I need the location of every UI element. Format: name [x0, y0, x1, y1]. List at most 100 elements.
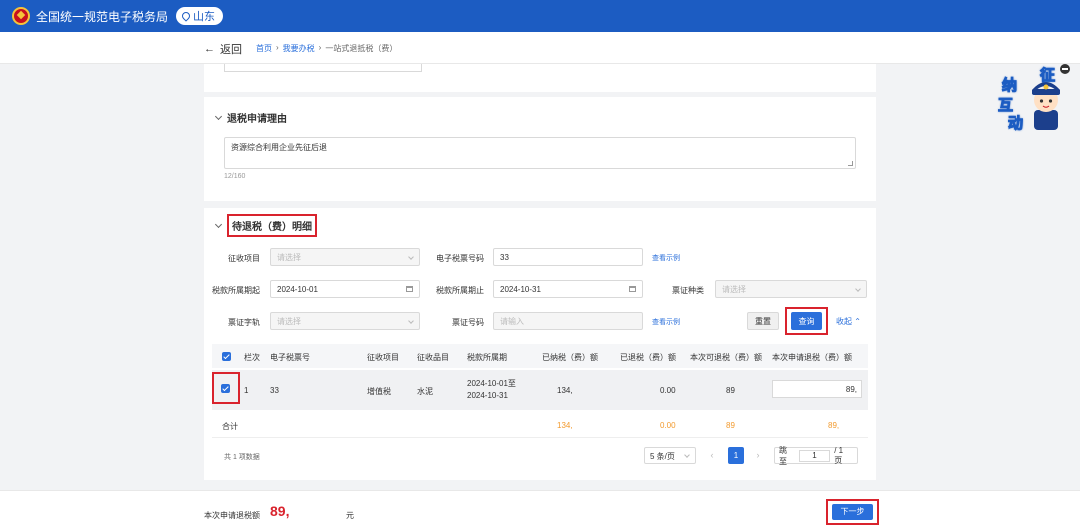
ticket-word-label: 票证字轨 [228, 318, 260, 327]
page-jump: 跳至 1 / 1 页 [774, 445, 858, 466]
ticket-no-placeholder: 请输入 [500, 316, 524, 326]
period-end-label: 税款所属期止 [436, 286, 484, 295]
calendar-icon [406, 286, 413, 292]
ticket-type-placeholder: 请选择 [722, 284, 746, 294]
ticket-type-label: 票证种类 [672, 286, 704, 295]
refund-detail-title: 待退税（费）明细 [227, 214, 317, 237]
back-button[interactable]: ← 返回 [204, 41, 242, 57]
period-start-date[interactable]: 2024-10-01 [270, 280, 420, 298]
row-checkbox[interactable] [221, 384, 230, 393]
interaction-mascot-widget[interactable]: 征 纳 互 动 [994, 64, 1070, 134]
calendar-icon [629, 286, 636, 292]
apply-amount-input[interactable]: 89, [772, 380, 862, 398]
refund-reason-textarea[interactable]: 资源综合利用企业先征后退 [224, 137, 856, 169]
footer-label: 本次申请退税额 [204, 511, 260, 520]
chevron-down-icon [408, 318, 414, 324]
footer-bar: 本次申请退税额 89, 元 下一步 [0, 490, 1080, 525]
jump-label: 跳至 [779, 445, 787, 466]
previous-section-input [224, 64, 422, 72]
ticket-no-input[interactable]: 请输入 [493, 312, 643, 330]
char-counter: 12/160 [224, 173, 246, 180]
summary-apply: 89, [828, 421, 840, 430]
levy-item-label: 征收项目 [228, 254, 260, 263]
chevron-down-icon [214, 112, 223, 120]
table-summary-row: 合计 134, 0.00 89 89, [212, 412, 868, 438]
refund-reason-title: 退税申请理由 [227, 114, 287, 125]
summary-refundable: 89 [726, 421, 735, 430]
col-index: 栏次 [244, 353, 260, 362]
levy-item-select[interactable]: 请选择 [270, 248, 420, 266]
table-row[interactable]: 1 33 增值税 水泥 2024-10-01至 2024-10-31 134, … [212, 370, 868, 410]
breadcrumb-my-tax[interactable]: 我要办税 [283, 43, 315, 54]
row-refunded: 0.00 [660, 386, 676, 395]
row-ticket-no: 33 [270, 386, 279, 395]
site-title: 全国统一规范电子税务局 [36, 9, 169, 24]
ticket-word-placeholder: 请选择 [277, 316, 301, 326]
collapse-label: 收起 [836, 317, 852, 326]
summary-label: 合计 [222, 422, 238, 431]
minimize-icon[interactable] [1060, 64, 1070, 74]
chevron-up-icon: ⌃ [854, 317, 861, 326]
breadcrumb-separator: › [276, 43, 279, 52]
jump-input[interactable]: 1 [798, 449, 831, 462]
total-pages: / 1 页 [834, 445, 844, 465]
row-paid: 134, [557, 386, 573, 395]
view-example-link[interactable]: 查看示例 [652, 253, 680, 263]
query-button-highlight: 查询 [785, 307, 828, 335]
mascot-char-1: 征 [1039, 67, 1056, 85]
prev-page-icon[interactable]: ‹ [706, 447, 718, 464]
next-step-button[interactable]: 下一步 [832, 504, 873, 520]
query-button[interactable]: 查询 [791, 312, 822, 330]
region-selector[interactable]: 山东 [176, 7, 224, 25]
breadcrumb-current: 一站式退抵税（费） [325, 44, 398, 53]
page-size-select[interactable]: 5 条/页 [644, 447, 696, 464]
col-paid: 已纳税（费）额 [542, 353, 598, 362]
refund-detail-card: 待退税（费）明细 征收项目 请选择 电子税票号码 33 查看示例 税款所属期起 … [204, 208, 876, 480]
ticket-word-select[interactable]: 请选择 [270, 312, 420, 330]
view-example-link[interactable]: 查看示例 [652, 317, 680, 327]
summary-paid: 134, [557, 421, 573, 430]
breadcrumb-home[interactable]: 首页 [256, 43, 272, 54]
previous-section-card [204, 64, 876, 92]
refund-detail-header[interactable]: 待退税（费）明细 [214, 214, 317, 237]
page-number-current[interactable]: 1 [728, 447, 744, 464]
top-bar: 全国统一规范电子税务局 山东 [0, 0, 1080, 32]
row-checkbox-highlight [212, 372, 240, 404]
resize-handle-icon[interactable] [848, 161, 853, 166]
row-levy-subitem: 水泥 [417, 387, 433, 396]
apply-amount-value: 89, [845, 385, 857, 394]
col-levy-subitem: 征收品目 [417, 353, 449, 362]
tax-ticket-no-input[interactable]: 33 [493, 248, 643, 266]
period-start-label: 税款所属期起 [212, 286, 260, 295]
footer-unit: 元 [346, 511, 354, 520]
ticket-type-select[interactable]: 请选择 [715, 280, 867, 298]
tax-emblem-icon [12, 7, 30, 25]
mascot-char-4: 动 [1007, 115, 1024, 133]
tax-ticket-no-value: 33 [500, 252, 509, 262]
arrow-left-icon: ← [204, 43, 215, 55]
next-page-icon[interactable]: › [752, 447, 764, 464]
levy-item-placeholder: 请选择 [277, 252, 301, 262]
footer-amount: 89, [270, 503, 290, 519]
back-label: 返回 [220, 44, 242, 56]
period-end-value: 2024-10-31 [500, 284, 541, 294]
col-ticket-no: 电子税票号 [270, 353, 310, 362]
col-refundable: 本次可退税（费）额 [690, 353, 762, 362]
period-end-date[interactable]: 2024-10-31 [493, 280, 643, 298]
pagination-total: 共 1 项数据 [224, 454, 260, 461]
nav-bar: ← 返回 首页 › 我要办税 › 一站式退抵税（费） [0, 32, 1080, 64]
select-all-checkbox[interactable] [222, 352, 231, 361]
collapse-toggle[interactable]: 收起 ⌃ [836, 316, 861, 327]
refund-reason-card: 退税申请理由 资源综合利用企业先征后退 12/160 [204, 97, 876, 201]
next-button-highlight: 下一步 [826, 499, 879, 525]
refund-reason-header[interactable]: 退税申请理由 [214, 110, 287, 125]
summary-refunded: 0.00 [660, 421, 676, 430]
row-levy-item: 增值税 [367, 387, 391, 396]
table-header: 栏次 电子税票号 征收项目 征收品目 税款所属期 已纳税（费）额 已退税（费）额… [212, 344, 868, 368]
reset-button[interactable]: 重置 [747, 312, 779, 330]
location-pin-icon [180, 10, 192, 22]
chevron-down-icon [214, 220, 223, 228]
chevron-down-icon [408, 254, 414, 260]
chevron-down-icon [855, 286, 861, 292]
refund-reason-text: 资源综合利用企业先征后退 [231, 143, 327, 152]
